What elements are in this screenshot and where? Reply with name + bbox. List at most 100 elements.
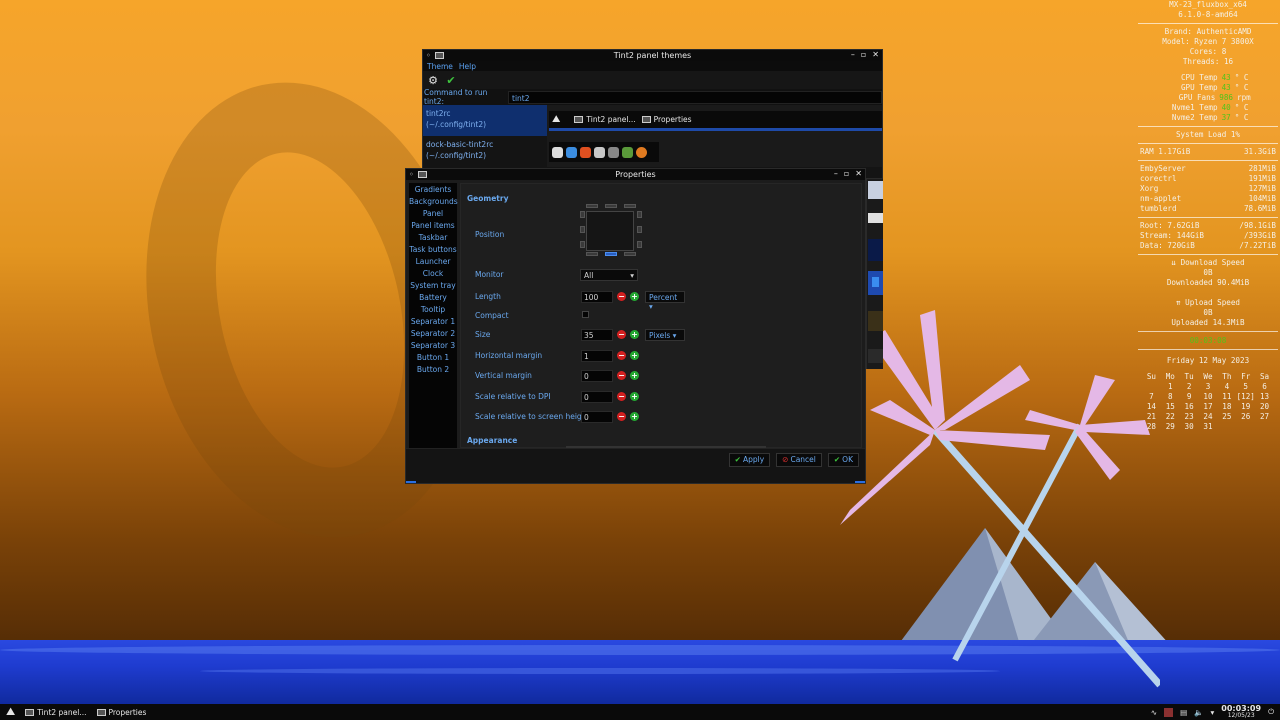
dpi-increase-button[interactable]: +: [630, 392, 639, 401]
volume-icon[interactable]: 🔈: [1194, 708, 1203, 717]
position-bottom-right[interactable]: [624, 252, 636, 256]
size-increase-button[interactable]: +: [630, 330, 639, 339]
size-input[interactable]: 35: [581, 329, 613, 341]
screen-height-increase-button[interactable]: +: [630, 412, 639, 421]
sidebar-item-battery[interactable]: Battery: [409, 292, 457, 304]
power-icon[interactable]: ⏻: [1268, 707, 1274, 717]
close-icon[interactable]: ✕: [855, 169, 862, 178]
length-input[interactable]: 100: [581, 291, 613, 303]
close-icon[interactable]: ✕: [872, 50, 879, 59]
position-bottom-left[interactable]: [586, 252, 598, 256]
sidebar-item-backgrounds[interactable]: Backgrounds: [409, 196, 458, 208]
position-top-right[interactable]: [624, 204, 636, 208]
conky-temps: CPU Temp 43 ° C GPU Temp 43 ° C GPU Fans 986 r…: [1136, 73, 1280, 123]
sidebar-item-panel-items[interactable]: Panel items: [409, 220, 457, 232]
sidebar-item-task-buttons[interactable]: Task buttons: [409, 244, 457, 256]
position-left-top[interactable]: [580, 211, 585, 218]
calendar: Su Mo Tu We Th Fr Sa 123456 7 8 9 10 11 [12] 13 14 15…: [1142, 372, 1274, 432]
tray-chevron-icon[interactable]: ▾: [1211, 708, 1215, 717]
window-menu-icon[interactable]: ◦: [409, 170, 414, 179]
position-left-center[interactable]: [580, 226, 585, 233]
length-decrease-button[interactable]: −: [617, 292, 626, 301]
position-bottom-center[interactable]: [605, 252, 617, 256]
apply-check-icon[interactable]: ✔: [444, 73, 458, 87]
taskbar-task-themes[interactable]: Tint2 panel...: [25, 708, 87, 717]
sidebar-item-gradients[interactable]: Gradients: [409, 184, 457, 196]
conky-separator: [1138, 254, 1278, 255]
theme-item-tint2rc[interactable]: tint2rc (~/.config/tint2) ⛰ Tint2 panel.…: [423, 105, 882, 136]
position-selector[interactable]: [580, 204, 642, 258]
properties-sidebar: Gradients Backgrounds Panel Panel items …: [409, 183, 458, 448]
network-activity-icon[interactable]: ∿: [1151, 708, 1157, 717]
mx-logo-icon: ⛰: [552, 114, 561, 125]
position-top-center[interactable]: [605, 204, 617, 208]
hmargin-input[interactable]: 1: [581, 350, 613, 362]
length-increase-button[interactable]: +: [630, 292, 639, 301]
position-right-bottom[interactable]: [637, 241, 642, 248]
sidebar-item-clock[interactable]: Clock: [409, 268, 457, 280]
sidebar-item-button-1[interactable]: Button 1: [409, 352, 457, 364]
dpi-scale-input[interactable]: 0: [581, 391, 613, 403]
hmargin-decrease-button[interactable]: −: [617, 351, 626, 360]
taskbar-task-properties[interactable]: Properties: [96, 708, 146, 717]
hmargin-increase-button[interactable]: +: [630, 351, 639, 360]
app-icon: [434, 52, 444, 59]
calendar-week: 14 15 16 17 18 19 20: [1146, 402, 1270, 411]
menu-theme[interactable]: Theme: [427, 62, 453, 71]
cancel-button[interactable]: ⊘ Cancel: [776, 452, 822, 467]
themes-titlebar[interactable]: ◦ Tint2 panel themes – ▫ ✕: [423, 50, 882, 61]
sidebar-item-taskbar[interactable]: Taskbar: [409, 232, 457, 244]
window-icon: [641, 116, 651, 123]
size-decrease-button[interactable]: −: [617, 330, 626, 339]
disk-row: Data: 720GiB/7.22TiB: [1140, 241, 1276, 250]
taskbar-clock[interactable]: 00:03:09 12/05/23: [1221, 705, 1261, 720]
settings-gear-icon[interactable]: ⚙: [426, 73, 440, 87]
properties-titlebar[interactable]: ◦ Properties – ▫ ✕: [406, 169, 865, 180]
preview-panel: ⛰ Tint2 panel... Properties: [549, 111, 882, 131]
menu-help[interactable]: Help: [459, 62, 476, 71]
apply-button[interactable]: ✔ Apply: [728, 452, 771, 467]
preview-task: Tint2 panel...: [574, 115, 636, 124]
sidebar-item-system-tray[interactable]: System tray: [409, 280, 457, 292]
sidebar-item-button-2[interactable]: Button 2: [409, 364, 457, 376]
maximize-icon[interactable]: ▫: [861, 50, 866, 59]
screen-height-scale-input[interactable]: 0: [581, 411, 613, 423]
vmargin-increase-button[interactable]: +: [630, 371, 639, 380]
sidebar-item-panel[interactable]: Panel: [409, 208, 457, 220]
temp-row: GPU Fans 986 rpm: [1178, 93, 1251, 102]
ok-button[interactable]: ✔ OK: [827, 452, 859, 467]
sidebar-item-tooltip[interactable]: Tooltip: [409, 304, 457, 316]
position-left-bottom[interactable]: [580, 241, 585, 248]
length-unit-select[interactable]: Percent ▾: [645, 291, 685, 311]
preview-dock: [549, 142, 659, 162]
compact-checkbox[interactable]: [582, 311, 589, 318]
disk-row: Stream: 144GiB/393GiB: [1140, 231, 1276, 240]
sidebar-item-separator-3[interactable]: Separator 3: [409, 340, 457, 352]
geometry-heading: Geometry: [467, 194, 509, 203]
proc-row: tumblerd 78.6MiB: [1140, 204, 1276, 213]
position-right-center[interactable]: [637, 226, 642, 233]
vmargin-input[interactable]: 0: [581, 370, 613, 382]
chevron-down-icon: ▾: [649, 302, 653, 311]
dpi-decrease-button[interactable]: −: [617, 392, 626, 401]
maximize-icon[interactable]: ▫: [844, 169, 849, 178]
minimize-icon[interactable]: –: [851, 50, 855, 59]
position-right-top[interactable]: [637, 211, 642, 218]
sidebar-item-separator-2[interactable]: Separator 2: [409, 328, 457, 340]
vmargin-decrease-button[interactable]: −: [617, 371, 626, 380]
window-menu-icon[interactable]: ◦: [426, 51, 431, 60]
minimize-icon[interactable]: –: [834, 169, 838, 178]
clipboard-icon[interactable]: ▤: [1180, 708, 1187, 717]
mx-menu-icon[interactable]: ⛰: [6, 705, 15, 719]
position-top-left[interactable]: [586, 204, 598, 208]
temp-row: Nvme2 Temp 37 ° C: [1171, 113, 1249, 122]
monitor-select[interactable]: All ▾: [580, 269, 638, 281]
theme-item-dock-basic[interactable]: dock-basic-tint2rc (~/.config/tint2): [423, 136, 882, 167]
command-input[interactable]: tint2: [508, 90, 882, 104]
sidebar-item-separator-1[interactable]: Separator 1: [409, 316, 457, 328]
size-unit-select[interactable]: Pixels ▾: [645, 329, 685, 341]
app-tray-icon[interactable]: [1164, 707, 1174, 717]
sidebar-item-launcher[interactable]: Launcher: [409, 256, 457, 268]
screen-height-decrease-button[interactable]: −: [617, 412, 626, 421]
proc-row: nm-applet 104MiB: [1140, 194, 1276, 203]
